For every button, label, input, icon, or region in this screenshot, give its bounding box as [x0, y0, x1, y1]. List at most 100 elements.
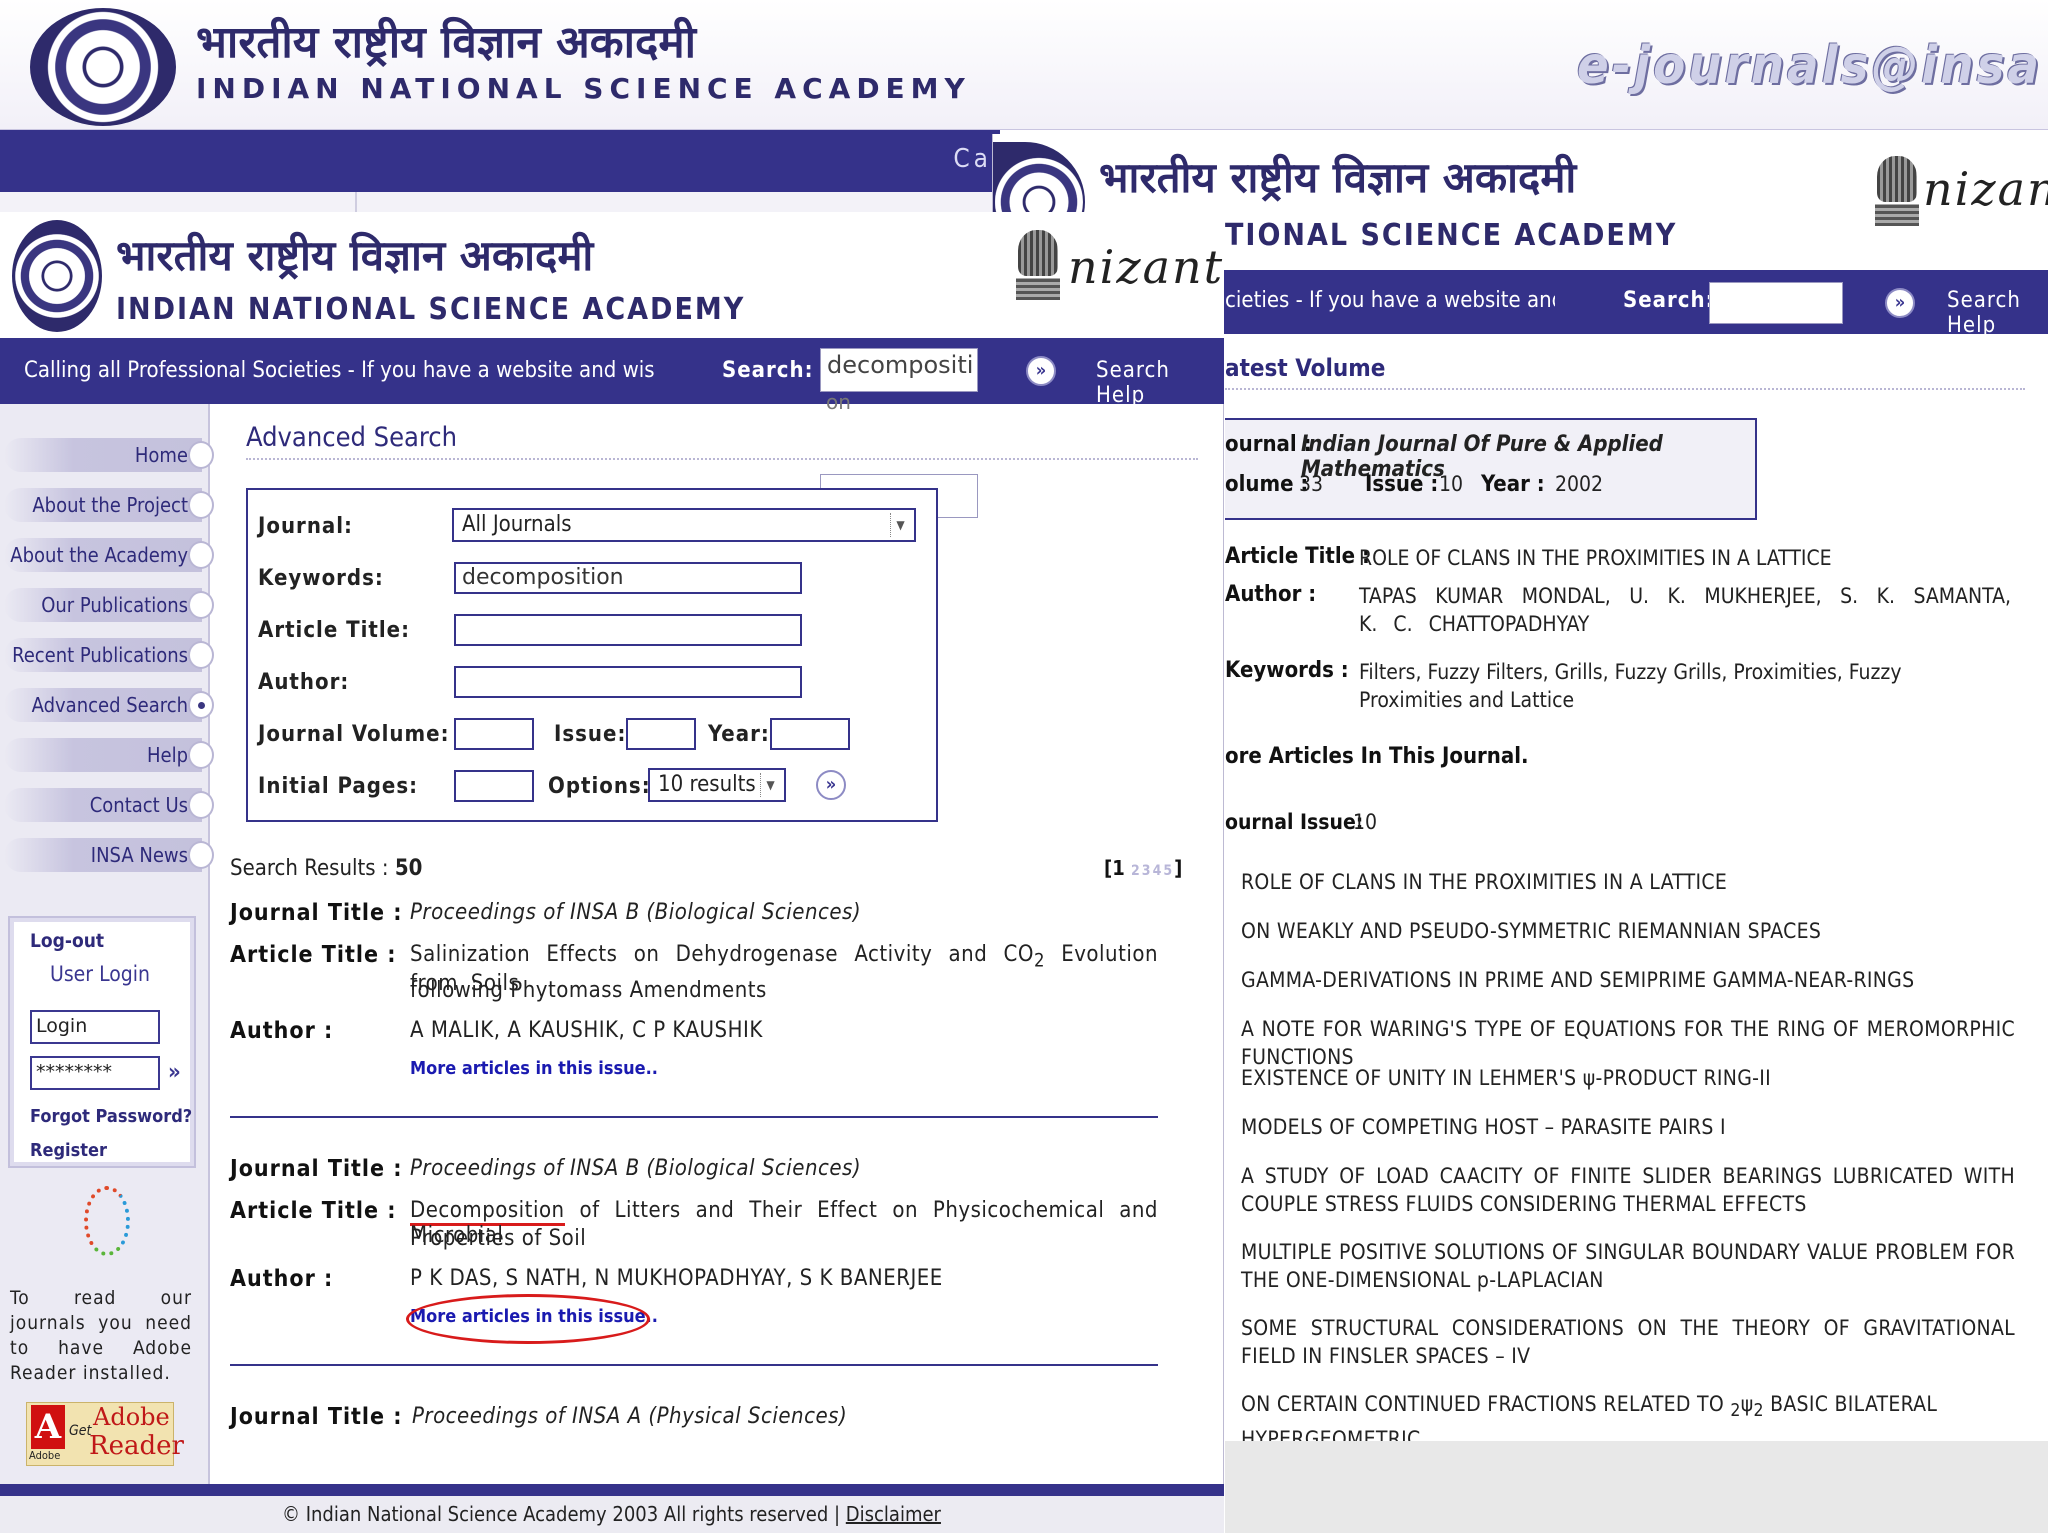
radio-knob-icon: [188, 541, 214, 569]
adobe-brand-text: Adobe: [29, 1449, 61, 1462]
issue-value: 10: [1439, 472, 1464, 496]
options-select[interactable]: 10 results ▼: [648, 768, 786, 802]
register-link[interactable]: Register: [30, 1140, 107, 1161]
advanced-search-form: Journal: All Journals ▼ Keywords: decompo…: [246, 488, 938, 822]
radio-knob-icon: [188, 741, 214, 769]
page-link[interactable]: 5: [1163, 863, 1174, 879]
ejournals-logo: e-journals@insa: [1576, 36, 2042, 96]
sidebar-item-label: Recent Publications: [12, 643, 188, 667]
academy-hindi-name: भारतीय राष्ट्रीय विज्ञान अकादमी: [1099, 153, 1577, 202]
sidebar-item-help[interactable]: Help: [4, 738, 214, 772]
logout-link[interactable]: Log-out: [30, 930, 104, 952]
adobe-logo-icon: A: [31, 1405, 65, 1449]
national-emblem-icon: [1875, 156, 1919, 226]
article-list-item[interactable]: A STUDY OF LOAD CAACITY OF FINITE SLIDER…: [1241, 1162, 2015, 1218]
sidebar-item-publications[interactable]: Our Publications: [4, 588, 214, 622]
sidebar-item-label: About the Project: [32, 493, 188, 517]
search-help-link[interactable]: Search Help: [1096, 358, 1224, 408]
radio-knob-selected-icon: [188, 691, 214, 719]
year-label: Year:: [708, 722, 770, 747]
page-link[interactable]: 3: [1142, 863, 1153, 879]
sidebar-item-about-academy[interactable]: About the Academy: [4, 538, 214, 572]
article-list-item[interactable]: SOME STRUCTURAL CONSIDERATIONS ON THE TH…: [1241, 1314, 2015, 1370]
page-link-current[interactable]: 1: [1112, 856, 1125, 880]
sidebar-item-label: Home: [134, 443, 188, 467]
initial-pages-input[interactable]: [454, 770, 534, 802]
sidebar-item-insa-news[interactable]: INSA News: [4, 838, 214, 872]
journal-title-label: Journal Title :: [230, 1156, 403, 1182]
radio-knob-icon: [188, 441, 214, 469]
search-help-link[interactable]: Search Help: [1947, 288, 2048, 338]
more-articles-link[interactable]: More articles in this issue..: [410, 1058, 658, 1079]
nizant-logo: nizant: [1923, 162, 2048, 216]
issue-label: Issue :: [1365, 472, 1439, 497]
search-go-button[interactable]: »: [1885, 288, 1915, 318]
sidebar-item-label: INSA News: [90, 843, 188, 867]
adobe-text: Adobe: [93, 1403, 170, 1431]
search-submit-button[interactable]: »: [816, 770, 846, 800]
get-adobe-reader-badge[interactable]: A Adobe Get Adobe Reader: [26, 1402, 184, 1466]
year-input[interactable]: [770, 718, 850, 750]
year-label: Year :: [1481, 472, 1545, 497]
sidebar-item-advanced-search[interactable]: Advanced Search: [4, 688, 214, 722]
author-input[interactable]: [454, 666, 802, 698]
page-link[interactable]: 2: [1131, 863, 1142, 879]
login-box: Log-out User Login Login ******** » Forg…: [8, 916, 196, 1168]
search-input[interactable]: decompositi: [820, 348, 978, 392]
login-go-button[interactable]: »: [168, 1060, 181, 1085]
password-input[interactable]: ********: [30, 1056, 160, 1090]
sidebar-item-recent-publications[interactable]: Recent Publications: [4, 638, 214, 672]
author-label: Author :: [230, 1018, 334, 1044]
keywords-label: Keywords:: [258, 566, 384, 591]
academy-english-name: TIONAL SCIENCE ACADEMY: [1225, 218, 1678, 253]
volume-label: olume :: [1225, 472, 1309, 497]
sidebar-item-about-project[interactable]: About the Project: [4, 488, 214, 522]
issue-input[interactable]: [626, 718, 696, 750]
article-title-input[interactable]: [454, 614, 802, 646]
copyright: © Indian National Science Academy 2003 A…: [282, 1502, 841, 1526]
nizant-logo: nizant: [1068, 240, 1225, 294]
article-list-item[interactable]: MULTIPLE POSITIVE SOLUTIONS OF SINGULAR …: [1241, 1238, 2015, 1294]
advanced-search-window: भारतीय राष्ट्रीय विज्ञान अकादमी INDIAN N…: [0, 212, 1224, 1533]
author-label: Author :: [1225, 582, 1317, 607]
front-nav-bar: Calling all Professional Societies - If …: [0, 338, 1224, 518]
page-title: Advanced Search: [246, 422, 458, 453]
national-emblem-icon: [1016, 230, 1060, 300]
page-link[interactable]: 4: [1153, 863, 1164, 879]
journal-select[interactable]: All Journals ▼: [452, 508, 916, 542]
article-text: ON CERTAIN CONTINUED FRACTIONS RELATED T…: [1241, 1392, 1731, 1416]
sidebar-item-home[interactable]: Home: [4, 438, 214, 472]
search-input[interactable]: [1709, 282, 1843, 324]
dropdown-arrow-icon: ▼: [760, 773, 780, 797]
volume-input[interactable]: [454, 718, 534, 750]
article-list-item[interactable]: GAMMA-DERIVATIONS IN PRIME AND SEMIPRIME…: [1241, 966, 2015, 994]
article-list-item[interactable]: MODELS OF COMPETING HOST – PARASITE PAIR…: [1241, 1113, 2015, 1141]
search-go-button[interactable]: »: [1026, 356, 1056, 386]
keywords-label: Keywords :: [1225, 658, 1349, 683]
volume-value: 33: [1299, 472, 1324, 496]
forgot-password-link[interactable]: Forgot Password?: [30, 1106, 192, 1127]
disclaimer-link[interactable]: Disclaimer: [846, 1502, 941, 1526]
article-list-item[interactable]: ON WEAKLY AND PSEUDO-SYMMETRIC RIEMANNIA…: [1241, 917, 2015, 945]
result-title-line2: Properties of Soil: [410, 1226, 587, 1251]
highlight-circle: [406, 1294, 650, 1344]
article-list-item[interactable]: EXISTENCE OF UNITY IN LEHMER'S ψ-PRODUCT…: [1241, 1064, 2015, 1092]
issue-label: Issue:: [554, 722, 627, 747]
academy-english-name: INDIAN NATIONAL SCIENCE ACADEMY: [116, 292, 746, 327]
keywords-input[interactable]: decomposition: [454, 562, 802, 594]
login-input[interactable]: Login: [30, 1010, 160, 1044]
results-label: Search Results :: [230, 856, 389, 881]
nav-marquee: cieties - If you have a website and wish…: [1225, 288, 1555, 313]
sidebar-item-contact[interactable]: Contact Us: [4, 788, 214, 822]
article-list-item[interactable]: ROLE OF CLANS IN THE PROXIMITIES IN A LA…: [1241, 868, 2015, 896]
results-count: 50: [394, 856, 423, 881]
academy-hindi-name: भारतीय राष्ट्रीय विज्ञान अकादमी: [116, 231, 594, 280]
search-label: Search:: [722, 358, 814, 383]
footer-bar: [0, 1484, 1224, 1496]
article-title-label: Article Title :: [230, 1198, 397, 1224]
radio-knob-icon: [188, 641, 214, 669]
journal-label: ournal :: [1225, 432, 1312, 457]
article-list-item[interactable]: A NOTE FOR WARING'S TYPE OF EQUATIONS FO…: [1241, 1015, 2015, 1071]
loading-spinner-icon: [84, 1186, 130, 1256]
result-journal: Proceedings of INSA A (Physical Sciences…: [412, 1404, 848, 1429]
